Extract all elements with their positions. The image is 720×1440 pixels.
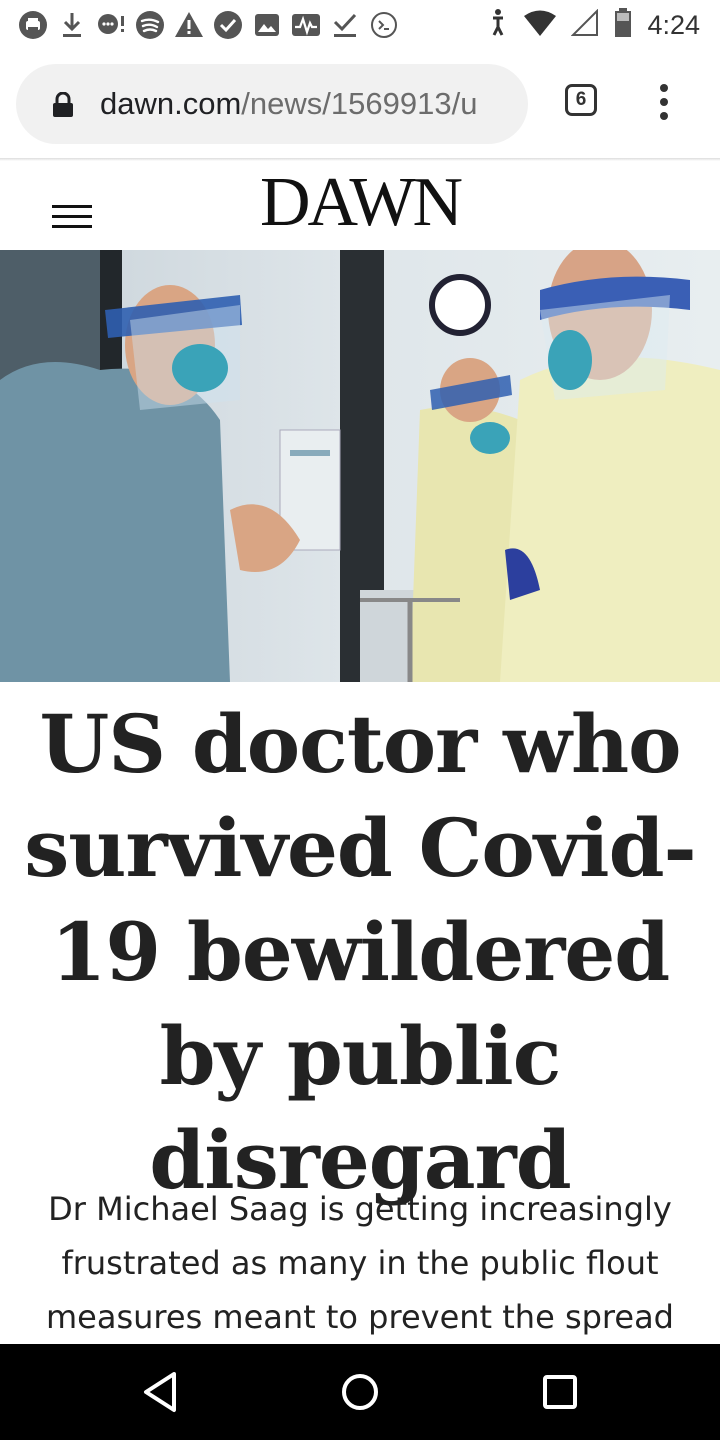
home-icon[interactable] <box>340 1372 380 1417</box>
site-header: DAWN <box>0 161 720 250</box>
activity-icon <box>291 10 321 40</box>
wifi-icon <box>523 9 557 42</box>
url-bar[interactable]: dawn.com/news/1569913/u <box>16 64 528 144</box>
more-vert-icon <box>660 84 668 120</box>
browser-toolbar: dawn.com/news/1569913/u 6 <box>0 50 720 160</box>
printer-icon <box>18 10 48 40</box>
terminal-icon <box>369 10 399 40</box>
spotify-icon <box>135 10 165 40</box>
site-logo[interactable]: DAWN <box>0 163 720 243</box>
browser-menu-button[interactable] <box>650 82 678 122</box>
article-headline: US doctor who survived Covid-19 bewilder… <box>24 697 696 1207</box>
article-hero-image <box>0 250 720 682</box>
notification-icons <box>18 8 399 42</box>
lock-icon[interactable] <box>52 91 74 123</box>
tab-count: 6 <box>575 89 587 110</box>
url-domain: dawn.com <box>100 86 242 121</box>
check-circle-icon <box>213 10 243 40</box>
signal-icon <box>571 8 599 42</box>
recent-apps-icon[interactable] <box>542 1374 578 1415</box>
url-text[interactable]: dawn.com/news/1569913/u <box>100 84 520 124</box>
back-icon[interactable] <box>140 1370 180 1419</box>
clock: 4:24 <box>647 9 700 40</box>
menu-icon[interactable] <box>52 205 92 235</box>
system-icons: 4:24 <box>487 7 700 43</box>
warning-icon <box>174 10 204 40</box>
accessibility-icon <box>487 8 509 43</box>
status-bar: 4:24 <box>0 0 720 50</box>
url-path: /news/1569913/u <box>241 86 478 121</box>
system-nav-bar <box>0 1344 720 1440</box>
chat-alert-icon <box>96 10 126 40</box>
battery-icon <box>613 7 633 43</box>
article-summary: Dr Michael Saag is getting increasingly … <box>46 1190 674 1336</box>
tab-switcher-button[interactable]: 6 <box>565 84 597 116</box>
image-icon <box>252 10 282 40</box>
download-icon <box>57 10 87 40</box>
checkmark-icon <box>330 10 360 40</box>
